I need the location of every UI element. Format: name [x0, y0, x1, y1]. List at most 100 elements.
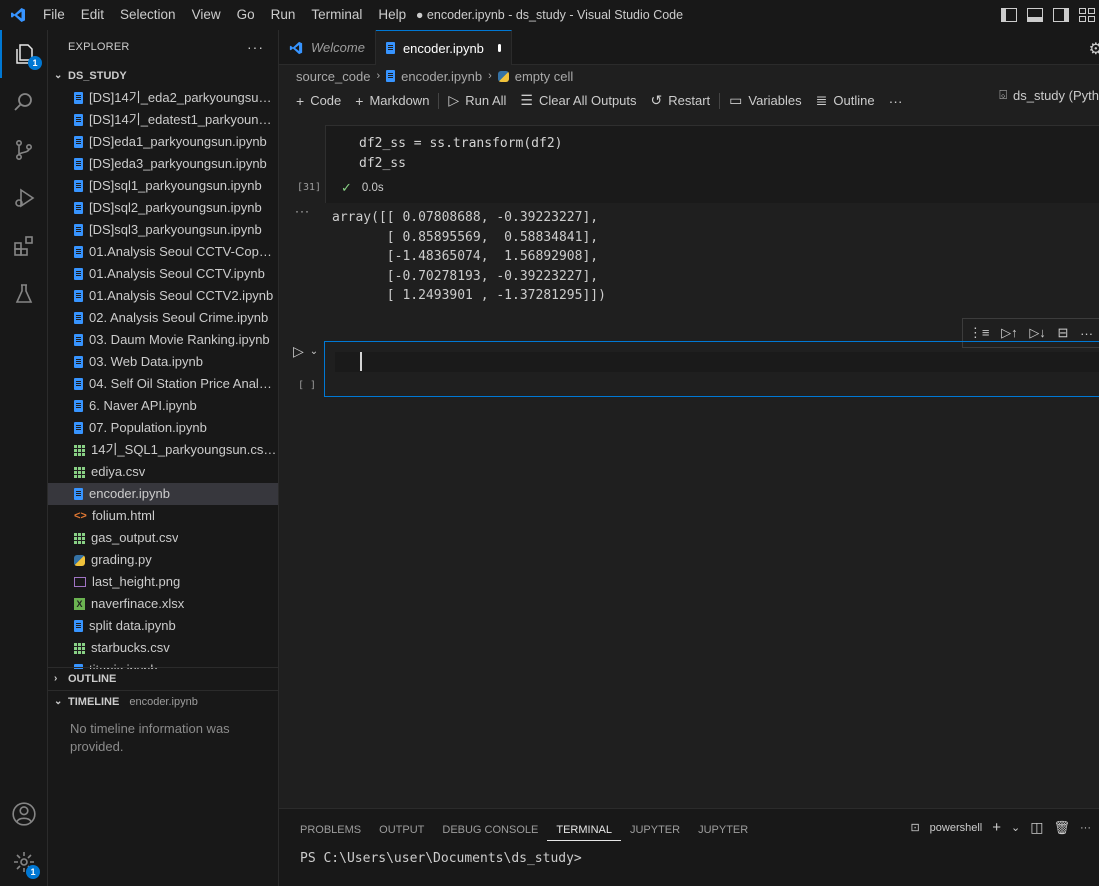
- file-item[interactable]: 07. Population.ipynb: [48, 417, 278, 439]
- tab-jupyter-2[interactable]: JUPYTER: [689, 821, 757, 841]
- file-item[interactable]: 02. Analysis Seoul Crime.ipynb: [48, 307, 278, 329]
- search-icon[interactable]: [0, 78, 48, 126]
- run-all-button[interactable]: ▷ Run All: [441, 89, 513, 113]
- tab-output[interactable]: OUTPUT: [370, 821, 433, 841]
- clear-outputs-icon: ☰: [520, 92, 533, 108]
- file-item[interactable]: 01.Analysis Seoul CCTV.ipynb: [48, 263, 278, 285]
- customize-layout-icon[interactable]: [1079, 8, 1095, 22]
- file-item[interactable]: starbucks.csv: [48, 637, 278, 659]
- terminal-prompt[interactable]: PS C:\Users\user\Documents\ds_study>: [300, 851, 582, 866]
- kernel-label: ds_study (Pyth: [1013, 87, 1099, 103]
- restart-button[interactable]: ↺ Restart: [644, 89, 718, 113]
- toolbar-divider: [719, 92, 721, 109]
- source-control-icon[interactable]: [0, 126, 48, 174]
- tab-encoder[interactable]: encoder.ipynb: [375, 30, 512, 65]
- testing-flask-icon[interactable]: [0, 270, 48, 318]
- file-item[interactable]: 01.Analysis Seoul CCTV2.ipynb: [48, 285, 278, 307]
- split-cell-icon[interactable]: ⊟: [1058, 325, 1069, 341]
- file-item[interactable]: gas_output.csv: [48, 527, 278, 549]
- new-terminal-icon[interactable]: +: [992, 819, 1001, 836]
- toggle-panel-icon[interactable]: [1027, 8, 1043, 22]
- account-icon[interactable]: [0, 790, 48, 838]
- breadcrumb-folder[interactable]: source_code: [296, 69, 370, 84]
- file-name: 07. Population.ipynb: [89, 420, 207, 435]
- file-item[interactable]: 04. Self Oil Station Price Analysis.ipyn…: [48, 373, 278, 395]
- file-item[interactable]: encoder.ipynb: [48, 483, 278, 505]
- file-item[interactable]: [DS]14기_eda2_parkyoungsun.ipynb: [48, 87, 278, 109]
- toggle-primary-sidebar-icon[interactable]: [1001, 8, 1017, 22]
- run-debug-icon[interactable]: [0, 174, 48, 222]
- toolbar-divider: [438, 92, 440, 109]
- trash-icon[interactable]: 🗑: [1053, 820, 1070, 836]
- run-cell-button[interactable]: ▷ ⌄: [293, 343, 318, 360]
- file-name: [DS]14기_eda2_parkyoungsun.ipynb: [89, 90, 278, 105]
- settings-gear-icon[interactable]: ⚙: [1089, 39, 1099, 59]
- file-item[interactable]: [DS]sql1_parkyoungsun.ipynb: [48, 175, 278, 197]
- chevron-down-icon[interactable]: ⌄: [1011, 821, 1020, 834]
- unsaved-dot-icon[interactable]: [497, 44, 501, 52]
- split-terminal-icon[interactable]: ◫: [1030, 819, 1043, 836]
- code-cell[interactable]: df2_ss = ss.transform(df2) df2_ss: [325, 125, 1099, 203]
- output-more-icon[interactable]: ···: [295, 204, 310, 218]
- file-item[interactable]: split data.ipynb: [48, 615, 278, 637]
- menu-terminal[interactable]: Terminal: [303, 0, 370, 30]
- file-item[interactable]: last_height.png: [48, 571, 278, 593]
- breadcrumb-file[interactable]: encoder.ipynb: [401, 69, 482, 84]
- tab-terminal[interactable]: TERMINAL: [547, 821, 621, 841]
- file-item[interactable]: 01.Analysis Seoul CCTV-Copy1.ipynb: [48, 241, 278, 263]
- file-item[interactable]: grading.py: [48, 549, 278, 571]
- add-code-cell-button[interactable]: + Code: [289, 89, 348, 113]
- cell-more-icon[interactable]: ···: [1080, 326, 1093, 341]
- panel-more-icon[interactable]: ···: [1080, 822, 1091, 834]
- cell-editor[interactable]: [335, 352, 1099, 372]
- file-item[interactable]: [DS]sql3_parkyoungsun.ipynb: [48, 219, 278, 241]
- breadcrumb-cell[interactable]: empty cell: [515, 69, 574, 84]
- execute-above-icon[interactable]: ▷↑: [1001, 325, 1018, 341]
- file-item[interactable]: 6. Naver API.ipynb: [48, 395, 278, 417]
- file-name: 04. Self Oil Station Price Analysis.ipyn…: [89, 376, 278, 391]
- timeline-section[interactable]: ⌄ TIMELINE encoder.ipynb: [48, 690, 279, 712]
- outline-section[interactable]: › OUTLINE: [48, 667, 279, 689]
- menu-edit[interactable]: Edit: [73, 0, 112, 30]
- tab-debug-console[interactable]: DEBUG CONSOLE: [433, 821, 547, 841]
- shell-name[interactable]: powershell: [930, 822, 983, 834]
- empty-code-cell[interactable]: [324, 341, 1099, 397]
- outline-button[interactable]: ≣ Outline: [809, 89, 882, 113]
- tab-welcome[interactable]: Welcome: [279, 30, 376, 65]
- tab-jupyter[interactable]: JUPYTER: [621, 821, 689, 841]
- folder-header[interactable]: ⌄ DS_STUDY: [48, 65, 278, 87]
- file-item[interactable]: ediya.csv: [48, 461, 278, 483]
- explorer-icon[interactable]: 1: [0, 30, 48, 78]
- menu-run[interactable]: Run: [263, 0, 304, 30]
- extensions-icon[interactable]: [0, 222, 48, 270]
- menu-view[interactable]: View: [184, 0, 229, 30]
- more-actions-icon[interactable]: ···: [247, 30, 264, 65]
- variables-button[interactable]: ▭ Variables: [722, 89, 808, 113]
- menu-file[interactable]: File: [35, 0, 73, 30]
- run-by-line-icon[interactable]: ⋮≡: [969, 325, 990, 341]
- cell-editor[interactable]: df2_ss = ss.transform(df2) df2_ss: [325, 125, 1099, 203]
- execute-below-icon[interactable]: ▷↓: [1029, 325, 1046, 341]
- file-item[interactable]: <> folium.html: [48, 505, 278, 527]
- menu-selection[interactable]: Selection: [112, 0, 184, 30]
- file-item[interactable]: [DS]14기_edatest1_parkyoungsun.ipynb: [48, 109, 278, 131]
- add-markdown-cell-button[interactable]: + Markdown: [348, 89, 436, 113]
- file-item[interactable]: [DS]eda3_parkyoungsun.ipynb: [48, 153, 278, 175]
- file-item[interactable]: Xnaverfinace.xlsx: [48, 593, 278, 615]
- menu-help[interactable]: Help: [370, 0, 414, 30]
- menu-go[interactable]: Go: [229, 0, 263, 30]
- toolbar-more-icon[interactable]: ···: [882, 89, 910, 113]
- tab-problems[interactable]: PROBLEMS: [291, 821, 370, 841]
- clear-all-outputs-button[interactable]: ☰ Clear All Outputs: [513, 89, 643, 113]
- toggle-secondary-sidebar-icon[interactable]: [1053, 8, 1069, 22]
- chevron-down-icon[interactable]: ⌄: [310, 346, 318, 357]
- file-item[interactable]: 14기_SQL1_parkyoungsun.csv.csv: [48, 439, 278, 461]
- file-item[interactable]: [DS]sql2_parkyoungsun.ipynb: [48, 197, 278, 219]
- outline-button-label: Outline: [833, 93, 875, 108]
- file-item[interactable]: [DS]eda1_parkyoungsun.ipynb: [48, 131, 278, 153]
- file-item[interactable]: 03. Web Data.ipynb: [48, 351, 278, 373]
- notebook-icon: [74, 488, 83, 500]
- manage-gear-icon[interactable]: 1: [0, 838, 48, 886]
- kernel-picker[interactable]: ⌺ ds_study (Pyth: [999, 87, 1099, 103]
- file-item[interactable]: 03. Daum Movie Ranking.ipynb: [48, 329, 278, 351]
